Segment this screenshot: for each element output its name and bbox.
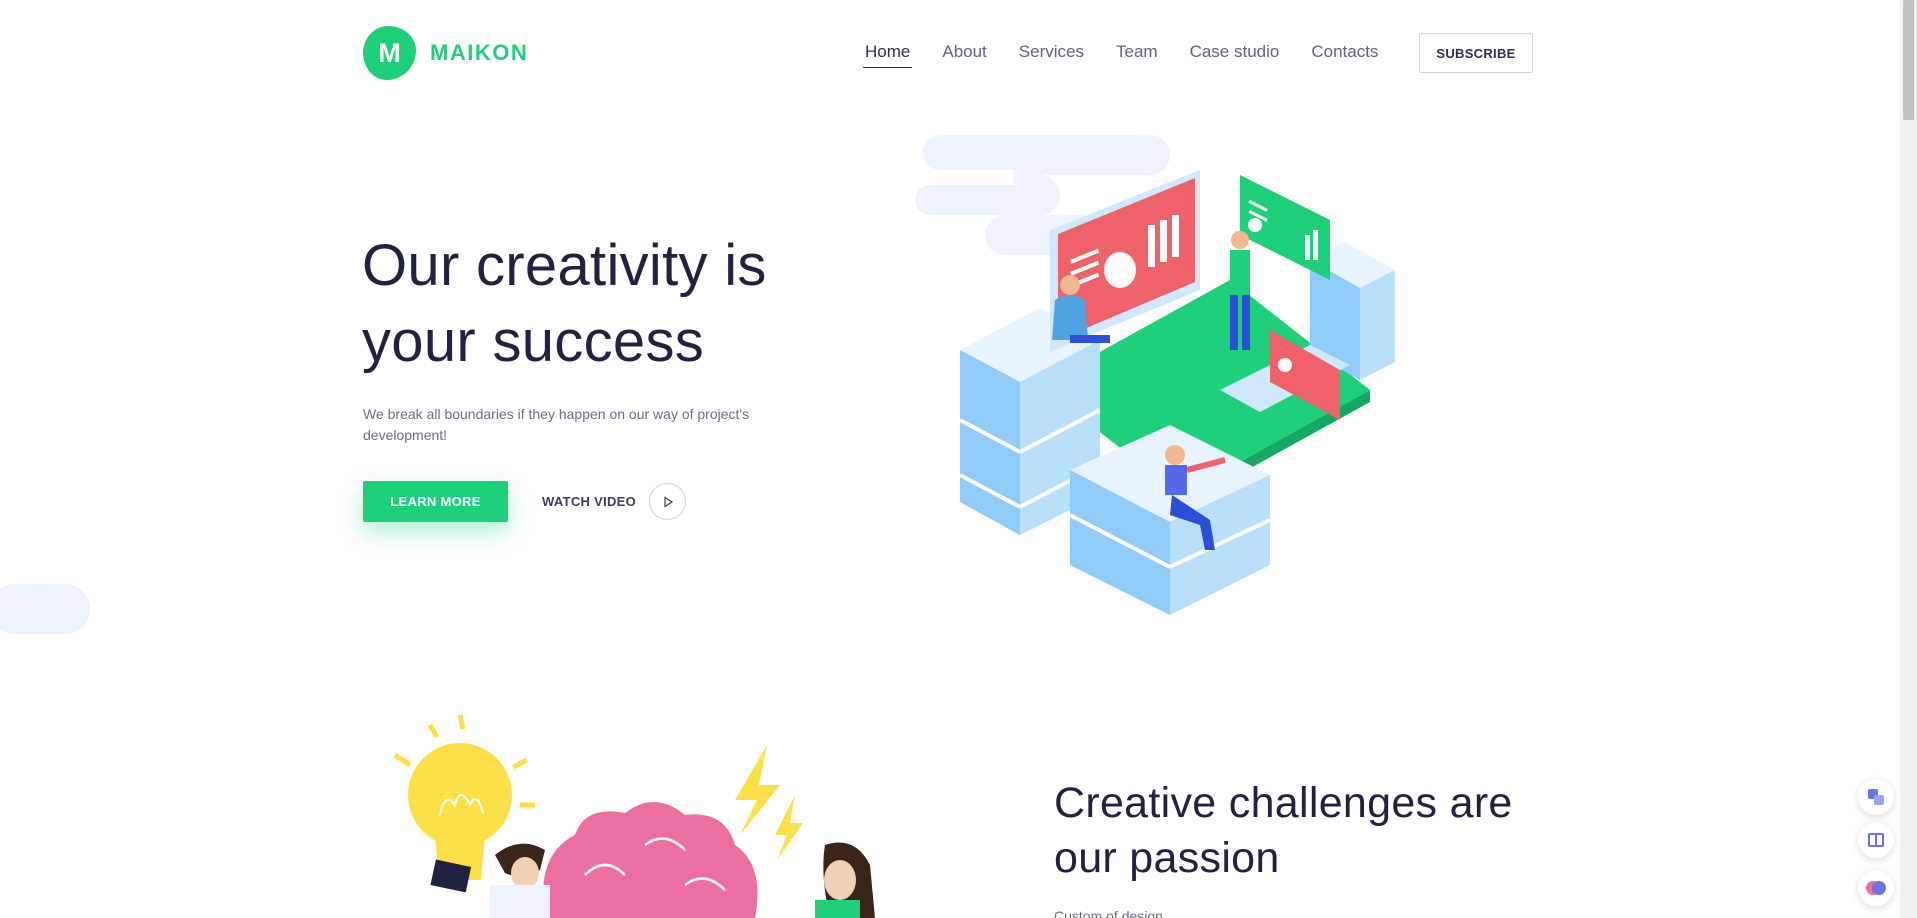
reader-icon[interactable] xyxy=(1858,822,1894,858)
logo-text: MAIKON xyxy=(430,40,529,65)
section-title: Creative challenges are our passion xyxy=(1054,776,1534,886)
nav-item-team[interactable]: Team xyxy=(1116,42,1158,68)
hero-title-line2: your success xyxy=(362,309,705,374)
nav-item-about[interactable]: About xyxy=(942,42,986,68)
nav-item-contacts[interactable]: Contacts xyxy=(1311,42,1378,68)
learn-more-button[interactable]: LEARN MORE xyxy=(363,481,508,522)
section-text: Custom of design… xyxy=(1054,908,1177,918)
hero-subtitle: We break all boundaries if they happen o… xyxy=(363,406,750,443)
section-title-line1: Creative challenges are xyxy=(1054,779,1513,827)
decorative-pill xyxy=(0,584,90,634)
page-scrollbar[interactable] xyxy=(1900,0,1917,918)
nav-item-services[interactable]: Services xyxy=(1019,42,1084,68)
nav-item-case-studio[interactable]: Case studio xyxy=(1190,42,1280,68)
logo[interactable]: M MAIKON xyxy=(363,26,528,80)
hero-title: Our creativity is your success xyxy=(362,228,822,380)
isometric-team-illustration xyxy=(915,135,1395,615)
main-nav: Home About Services Team Case studio Con… xyxy=(862,42,1410,68)
translate-icon[interactable] xyxy=(1858,779,1894,815)
logo-mark: M xyxy=(363,26,416,80)
play-icon[interactable] xyxy=(649,483,687,520)
watch-video-label: WATCH VIDEO xyxy=(542,494,637,509)
subscribe-button[interactable]: SUBSCRIBE xyxy=(1419,33,1533,73)
site-header: M MAIKON Home About Services Team Case s… xyxy=(0,0,1900,105)
nav-item-home[interactable]: Home xyxy=(862,42,913,68)
watch-video-button[interactable]: WATCH VIDEO xyxy=(542,483,687,520)
brain-extension-icon[interactable] xyxy=(1858,870,1894,906)
section-title-line2: our passion xyxy=(1054,834,1280,882)
brain-lightbulb-illustration xyxy=(393,714,875,918)
scrollbar-thumb[interactable] xyxy=(1903,0,1914,120)
hero-title-line1: Our creativity is xyxy=(362,233,767,298)
